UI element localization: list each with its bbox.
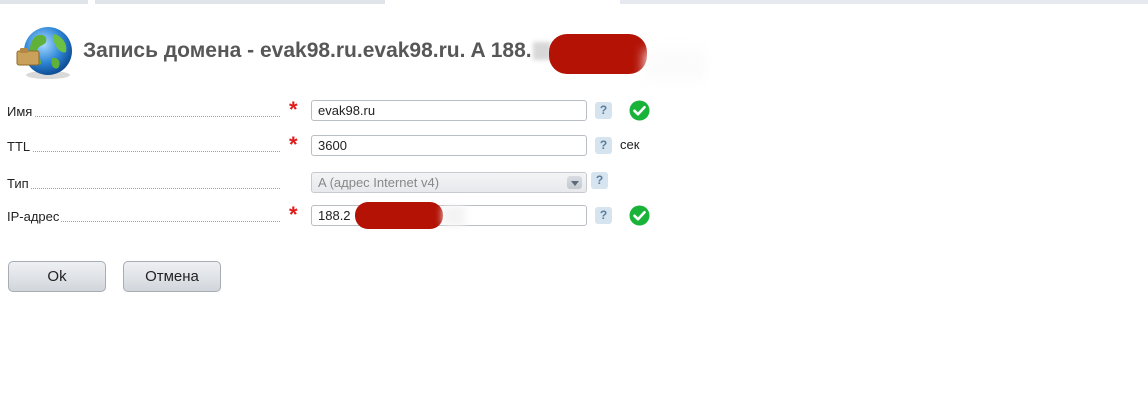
ttl-input[interactable] <box>311 135 587 156</box>
redaction-mark <box>549 34 647 74</box>
form-row-name: Имя * ? <box>0 99 700 123</box>
blur-area <box>443 206 465 226</box>
type-select[interactable]: A (адрес Internet v4) <box>311 172 587 193</box>
required-mark: * <box>289 202 298 227</box>
ttl-unit: сек <box>620 137 640 152</box>
form-row-ttl: TTL * ? сек <box>0 134 700 158</box>
help-icon[interactable]: ? <box>595 137 612 154</box>
required-mark: * <box>289 132 298 157</box>
name-input[interactable] <box>311 100 587 121</box>
page-title: Запись домена - evak98.ru.evak98.ru. A 1… <box>83 39 551 63</box>
form-row-type: Тип A (адрес Internet v4) ? <box>0 171 700 195</box>
tab-1[interactable] <box>0 0 88 4</box>
leader-dots <box>7 116 280 117</box>
check-circle-icon <box>629 100 650 121</box>
leader-dots <box>7 151 280 152</box>
leader-dots <box>7 188 280 189</box>
chevron-down-icon[interactable] <box>567 176 582 189</box>
name-label: Имя <box>7 104 35 119</box>
type-label: Тип <box>7 176 31 191</box>
tab-2[interactable] <box>95 0 385 4</box>
ttl-label: TTL <box>7 139 33 154</box>
tab-strip <box>0 0 1148 5</box>
blur-area <box>645 50 705 80</box>
globe-icon <box>16 27 72 79</box>
help-icon[interactable]: ? <box>595 102 612 119</box>
ok-button[interactable]: Ok <box>8 261 106 292</box>
page-title-text: Запись домена - evak98.ru.evak98.ru. A 1… <box>83 39 532 62</box>
form-row-ip: IP-адрес * ? <box>0 204 700 228</box>
required-mark: * <box>289 97 298 122</box>
blurred-text <box>532 42 551 61</box>
cancel-button[interactable]: Отмена <box>123 261 221 292</box>
help-icon[interactable]: ? <box>595 207 612 224</box>
redaction-mark <box>355 202 443 229</box>
help-icon[interactable]: ? <box>591 172 608 189</box>
ip-label: IP-адрес <box>7 209 62 224</box>
tab-3[interactable] <box>620 0 1148 4</box>
type-select-value: A (адрес Internet v4) <box>318 175 440 190</box>
check-circle-icon <box>629 205 650 226</box>
